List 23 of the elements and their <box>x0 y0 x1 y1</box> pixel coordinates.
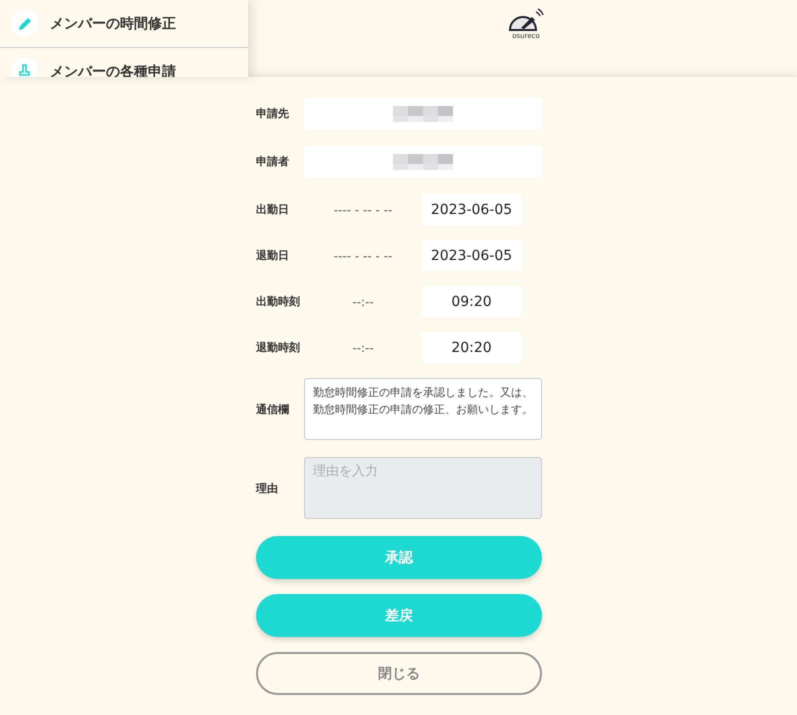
field-label: 理由 <box>256 480 279 496</box>
field-label: 申請先 <box>256 106 290 121</box>
logo-icon <box>507 8 545 32</box>
empty-input[interactable]: ---- - -- - -- <box>304 248 422 262</box>
blurred-name <box>393 106 453 122</box>
value-field[interactable]: 20:20 <box>422 332 521 363</box>
empty-input[interactable]: --:-- <box>304 294 422 308</box>
empty-input[interactable]: --:-- <box>304 340 422 354</box>
value-field[interactable]: 09:20 <box>422 286 521 317</box>
text-area[interactable]: 勤怠時間修正の申請を承認しました。又は、勤怠時間修正の申請の修正、お願いします。 <box>304 378 542 440</box>
pencil-icon <box>11 10 38 37</box>
value-field[interactable]: 2023-06-05 <box>422 240 521 271</box>
blurred-name <box>393 154 453 170</box>
field-label: 出勤時刻 <box>256 294 301 309</box>
field-label: 出勤日 <box>256 202 290 217</box>
field-label: 通信欄 <box>256 402 290 416</box>
stamp-icon <box>11 58 38 77</box>
field-label: 退勤時刻 <box>256 340 301 355</box>
sidebar-item[interactable]: メンバーの時間修正 <box>0 0 248 48</box>
empty-input[interactable]: ---- - -- - -- <box>304 202 422 216</box>
field-label: 退勤日 <box>256 248 290 263</box>
value-field[interactable]: 2023-06-05 <box>422 194 521 225</box>
field-label: 申請者 <box>256 154 290 169</box>
